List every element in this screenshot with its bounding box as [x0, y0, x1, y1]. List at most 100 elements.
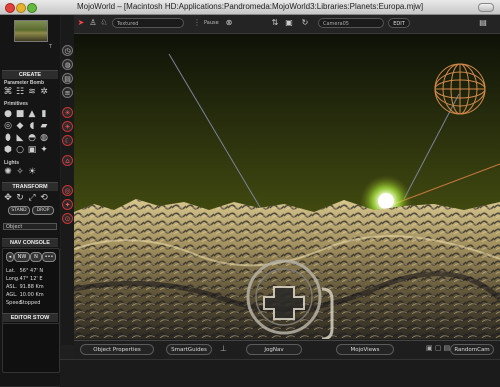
reset-view-icon[interactable]: ⇅: [270, 18, 280, 28]
nav-row-value: 47° 12' E: [19, 276, 43, 282]
grip-icon: ⋮: [193, 18, 201, 27]
nav-row-key: AGL.: [6, 292, 18, 298]
tube-icon[interactable]: ◍: [39, 133, 49, 143]
cube-icon[interactable]: ■: [15, 109, 25, 119]
scene-render: [74, 34, 500, 339]
random-cam-button[interactable]: RandomCam: [450, 344, 494, 355]
nav-row-value: 10.00 Km: [19, 292, 44, 298]
plane-icon[interactable]: ▰: [39, 121, 49, 131]
pause-label: Pause: [204, 20, 219, 26]
editor-stow-header[interactable]: EDITOR STOW: [2, 313, 58, 322]
camera-label: Camera05: [323, 21, 349, 27]
render-mode-dropdown[interactable]: Textured: [112, 18, 184, 28]
sky-editor-icon[interactable]: ☀: [62, 121, 73, 132]
rotate-tool-icon[interactable]: ↻: [15, 193, 25, 203]
render-settings-icon[interactable]: ⌂: [62, 155, 73, 166]
walk-icon[interactable]: ♙: [88, 18, 98, 28]
nav-row-value: 91.88 Km: [19, 284, 44, 290]
object-dropdown-label: Object: [6, 224, 23, 230]
stand-button[interactable]: STAND: [8, 206, 30, 215]
nav-row-lat: Lat. 56° 47' N: [6, 268, 43, 274]
mojo-views-button[interactable]: MojoViews: [336, 344, 394, 355]
drop-button[interactable]: DROP: [32, 206, 54, 215]
globe-icon[interactable]: ◍: [62, 59, 73, 70]
capsule-icon[interactable]: ⬮: [3, 133, 13, 143]
primitives-row-4: ⬢ ○ ▣ ✦: [3, 145, 49, 155]
light-editor-icon[interactable]: ✦: [62, 199, 73, 210]
edit-button[interactable]: EDIT: [388, 18, 410, 28]
smart-guides-button[interactable]: SmartGuides: [166, 344, 212, 355]
nav-left-arrow-icon[interactable]: ◂: [6, 252, 14, 262]
nav-row-key: ASL.: [6, 284, 17, 290]
terrain-editor-icon[interactable]: ✳: [62, 107, 73, 118]
primitives-row-2: ◎ ◆ ◖ ▰: [3, 121, 49, 131]
bomb-all-icon[interactable]: ✲: [39, 87, 49, 97]
parameter-bomb-tools: ⌘ ☷ ≋ ✲: [3, 87, 49, 97]
planet-thumbnail[interactable]: [14, 20, 48, 42]
status-area: [60, 359, 500, 387]
hemisphere-icon[interactable]: ◓: [27, 133, 37, 143]
mesh-icon[interactable]: ⬢: [3, 145, 13, 155]
window-title: MojoWorld – [Macintosh HD:Applications:P…: [76, 2, 424, 11]
render-mode-label: Textured: [117, 21, 139, 27]
bomb-terrain-icon[interactable]: ⌘: [3, 87, 13, 97]
arrow-icon[interactable]: ➤: [76, 18, 86, 28]
bottom-toolbar: Object Properties SmartGuides ⊥ JogNav M…: [74, 340, 500, 359]
bomb-water-icon[interactable]: ≋: [27, 87, 37, 97]
cone-icon[interactable]: ▲: [27, 109, 37, 119]
atmosphere-icon[interactable]: ◎: [62, 185, 73, 196]
nav-more-icon[interactable]: •••: [42, 252, 56, 262]
box-icon[interactable]: ▣: [27, 145, 37, 155]
nav-direction-right[interactable]: N: [30, 252, 42, 262]
ring-icon[interactable]: ○: [15, 145, 25, 155]
torus-icon[interactable]: ◎: [3, 121, 13, 131]
spike-icon[interactable]: ✦: [39, 145, 49, 155]
disk-icon[interactable]: ◖: [27, 121, 37, 131]
bomb-sky-icon[interactable]: ☷: [15, 87, 25, 97]
transform-header[interactable]: TRANSFORM: [2, 182, 58, 191]
jog-nav-button[interactable]: JogNav: [246, 344, 302, 355]
viewport-toolbar: ➤ ♙ ♘ Textured ⋮ Pause ⊗ ⇅ ▣ ↻ Camera05 …: [74, 15, 500, 34]
nav-row-long: Long. 47° 12' E: [6, 276, 43, 282]
grid-icon[interactable]: ▤: [478, 18, 488, 28]
object-dropdown[interactable]: Object: [3, 223, 57, 230]
nav-row-key: Speed: [6, 300, 22, 306]
object-properties-button[interactable]: Object Properties: [80, 344, 154, 355]
nav-row-speed: Speed Stopped: [6, 300, 40, 306]
run-icon[interactable]: ♘: [99, 18, 109, 28]
cylinder-icon[interactable]: ▮: [39, 109, 49, 119]
list-icon[interactable]: ≡: [62, 87, 73, 98]
wedge-icon[interactable]: ◣: [15, 133, 25, 143]
water-editor-icon[interactable]: ☾: [62, 135, 73, 146]
create-header[interactable]: CREATE: [2, 70, 58, 79]
rotate-icon[interactable]: ↻: [300, 18, 310, 28]
title-bar: MojoWorld – [Macintosh HD:Applications:P…: [0, 0, 500, 15]
transform-tools: ✥ ↻ ⤢ ⟲: [3, 193, 49, 203]
light-gizmo-sphere[interactable]: [434, 63, 486, 115]
toolbar-toggle-button[interactable]: [478, 3, 494, 12]
sidebar: T CREATE Parameter Bomb ⌘ ☷ ≋ ✲ Primitiv…: [0, 15, 60, 386]
primitives-label: Primitives: [4, 101, 28, 107]
point-light-icon[interactable]: ✺: [3, 167, 13, 177]
move-tool-icon[interactable]: ✥: [3, 193, 13, 203]
document-icon[interactable]: ▤: [62, 73, 73, 84]
nav-direction-left[interactable]: NW: [14, 252, 30, 262]
sun: [378, 193, 394, 209]
clock-icon[interactable]: ◷: [62, 45, 73, 56]
3d-viewport[interactable]: [74, 34, 500, 339]
guide-toggle-icon[interactable]: ⊥: [220, 344, 227, 353]
layout-icons[interactable]: ▣ ▢ ▤: [426, 344, 450, 352]
primitives-row-3: ⬮ ◣ ◓ ◍: [3, 133, 49, 143]
pyramid-icon[interactable]: ◆: [15, 121, 25, 131]
pause-icon[interactable]: ⊗: [224, 18, 234, 28]
nav-console-header[interactable]: NAV CONSOLE: [2, 238, 58, 247]
sphere-icon[interactable]: ●: [3, 109, 13, 119]
spot-light-icon[interactable]: ✧: [15, 167, 25, 177]
time-editor-icon[interactable]: ⊙: [62, 213, 73, 224]
sun-light-icon[interactable]: ☀: [27, 167, 37, 177]
camera-icon[interactable]: ▣: [284, 18, 294, 28]
camera-dropdown[interactable]: Camera05: [318, 18, 384, 28]
scale-tool-icon[interactable]: ⤢: [27, 193, 37, 203]
reset-tool-icon[interactable]: ⟲: [39, 193, 49, 203]
lights-tools: ✺ ✧ ☀: [3, 167, 37, 177]
